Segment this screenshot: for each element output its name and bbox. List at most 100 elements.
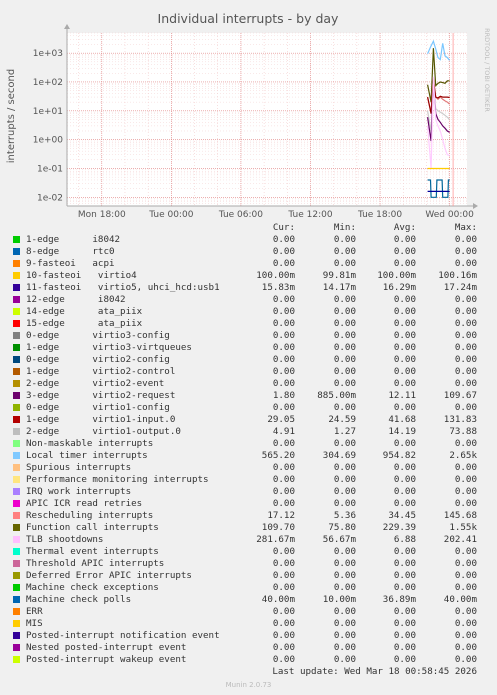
legend-cur-value: 0.00 xyxy=(272,558,295,569)
legend-swatch xyxy=(13,464,20,471)
legend-label: 1-edge virtio2-control xyxy=(26,366,176,377)
legend-avg-value: 0.00 xyxy=(393,402,416,413)
legend-avg-value: 0.00 xyxy=(393,342,416,353)
legend-swatch xyxy=(13,428,20,435)
legend-swatch xyxy=(13,500,20,507)
legend-max-value: 0.00 xyxy=(454,462,477,473)
x-tick-label: Tue 00:00 xyxy=(148,210,193,220)
legend-max-value: 0.00 xyxy=(454,342,477,353)
chart: Individual interrupts - by day interrupt… xyxy=(6,11,491,220)
legend-label: 1-edge virtio3-virtqueues xyxy=(26,342,192,353)
legend-max-value: 17.24m xyxy=(443,282,477,293)
munin-footer: Munin 2.0.73 xyxy=(225,681,272,689)
legend-label: 3-edge virtio2-request xyxy=(26,390,176,401)
legend-swatch xyxy=(13,584,20,591)
legend-label: Posted-interrupt wakeup event xyxy=(26,654,187,665)
legend-max-value: 0.00 xyxy=(454,366,477,377)
legend-avg-value: 0.00 xyxy=(393,654,416,665)
legend-label: 9-fasteoi acpi xyxy=(26,258,115,269)
rrdtool-side-label: RRDTOOL / TOBI OETIKER xyxy=(483,28,491,112)
legend-row: 14-edge ata_piix 0.00 0.00 0.00 0.00 xyxy=(0,306,497,318)
legend-max-value: 145.68 xyxy=(443,510,477,521)
legend-cur-value: 565.20 xyxy=(261,450,295,461)
legend-max-value: 0.00 xyxy=(454,402,477,413)
legend-row: 2-edge virtio2-event 0.00 0.00 0.00 0.00 xyxy=(0,378,497,390)
legend-swatch xyxy=(13,272,20,279)
legend-max-value: 0.00 xyxy=(454,234,477,245)
legend-cur-value: 0.00 xyxy=(272,474,295,485)
legend-cur-value: 0.00 xyxy=(272,570,295,581)
legend-row: 1-edge virtio1-input.0 29.05 24.59 41.68 131… xyxy=(0,414,497,426)
legend-max-value: 40.00m xyxy=(443,594,477,605)
legend-swatch xyxy=(13,548,20,555)
legend-cur-value: 0.00 xyxy=(272,306,295,317)
legend-cur-value: 0.00 xyxy=(272,582,295,593)
legend-min-value: 5.36 xyxy=(333,510,356,521)
legend-avg-value: 0.00 xyxy=(393,582,416,593)
legend-row: 12-edge i8042 0.00 0.00 0.00 0.00 xyxy=(0,294,497,306)
legend-row: 10-fasteoi virtio4 100.00m 99.81m 100.00m 10… xyxy=(0,270,497,282)
legend-label: MIS xyxy=(26,618,43,629)
legend-min-value: 0.00 xyxy=(333,546,356,557)
legend-avg-value: 36.89m xyxy=(382,594,416,605)
legend-row: 15-edge ata_piix 0.00 0.00 0.00 0.00 xyxy=(0,318,497,330)
legend-max-value: 131.83 xyxy=(443,414,477,425)
legend-avg-value: 0.00 xyxy=(393,378,416,389)
y-tick-label: 1e-02 xyxy=(37,193,63,203)
legend-cur-value: 0.00 xyxy=(272,462,295,473)
legend-swatch xyxy=(13,524,20,531)
legend-min-value: 0.00 xyxy=(333,354,356,365)
legend-min-value: 1.27 xyxy=(333,426,356,437)
legend-row: Spurious interrupts 0.00 0.00 0.00 0.00 xyxy=(0,462,497,474)
legend-swatch xyxy=(13,320,20,327)
legend-label: 14-edge ata_piix xyxy=(26,306,143,317)
legend-avg-value: 0.00 xyxy=(393,474,416,485)
legend-max-value: 0.00 xyxy=(454,630,477,641)
legend-min-value: 0.00 xyxy=(333,402,356,413)
y-tick-label: 1e+02 xyxy=(33,78,63,88)
legend-row: 0-edge virtio1-config 0.00 0.00 0.00 0.00 xyxy=(0,402,497,414)
legend-cur-value: 0.00 xyxy=(272,294,295,305)
legend-row: Machine check polls 40.00m 10.00m 36.89m 40.… xyxy=(0,594,497,606)
legend-avg-value: 100.00m xyxy=(377,270,416,281)
legend-min-value: 0.00 xyxy=(333,582,356,593)
legend-cur-value: 0.00 xyxy=(272,354,295,365)
legend-header-cur: Cur: xyxy=(272,222,295,233)
legend-label: 10-fasteoi virtio4 xyxy=(26,270,137,281)
legend-row: Local timer interrupts 565.20 304.69 954.82… xyxy=(0,450,497,462)
legend-cur-value: 0.00 xyxy=(272,402,295,413)
legend-max-value: 0.00 xyxy=(454,606,477,617)
legend-max-value: 0.00 xyxy=(454,318,477,329)
legend-avg-value: 0.00 xyxy=(393,234,416,245)
legend-avg-value: 0.00 xyxy=(393,486,416,497)
legend-avg-value: 0.00 xyxy=(393,294,416,305)
legend-max-value: 109.67 xyxy=(443,390,477,401)
legend-swatch xyxy=(13,248,20,255)
legend-label: APIC ICR read retries xyxy=(26,498,143,509)
y-axis-label: interrupts / second xyxy=(6,69,17,163)
legend-cur-value: 0.00 xyxy=(272,366,295,377)
legend-cur-value: 0.00 xyxy=(272,546,295,557)
legend-label: Threshold APIC interrupts xyxy=(26,558,165,569)
legend-min-value: 56.67m xyxy=(322,534,356,545)
legend-row: 2-edge virtio1-output.0 4.91 1.27 14.19 73.8… xyxy=(0,426,497,438)
legend-max-value: 0.00 xyxy=(454,642,477,653)
legend-label: 0-edge virtio1-config xyxy=(26,402,170,413)
legend-header-min: Min: xyxy=(333,222,356,233)
legend-min-value: 304.69 xyxy=(322,450,356,461)
legend-cur-value: 0.00 xyxy=(272,498,295,509)
legend-label: Deferred Error APIC interrupts xyxy=(26,570,192,581)
legend-swatch xyxy=(13,344,20,351)
legend-label: ERR xyxy=(26,606,43,617)
legend-cur-value: 0.00 xyxy=(272,630,295,641)
legend-min-value: 0.00 xyxy=(333,462,356,473)
legend-cur-value: 109.70 xyxy=(261,522,295,533)
legend-min-value: 24.59 xyxy=(328,414,356,425)
legend-label: Nested posted-interrupt event xyxy=(26,642,187,653)
legend-row: Deferred Error APIC interrupts 0.00 0.00 0.… xyxy=(0,570,497,582)
legend-min-value: 0.00 xyxy=(333,234,356,245)
legend-cur-value: 0.00 xyxy=(272,330,295,341)
legend-avg-value: 0.00 xyxy=(393,618,416,629)
legend-row: Non-maskable interrupts 0.00 0.00 0.00 0.00 xyxy=(0,438,497,450)
legend-cur-value: 4.91 xyxy=(272,426,295,437)
